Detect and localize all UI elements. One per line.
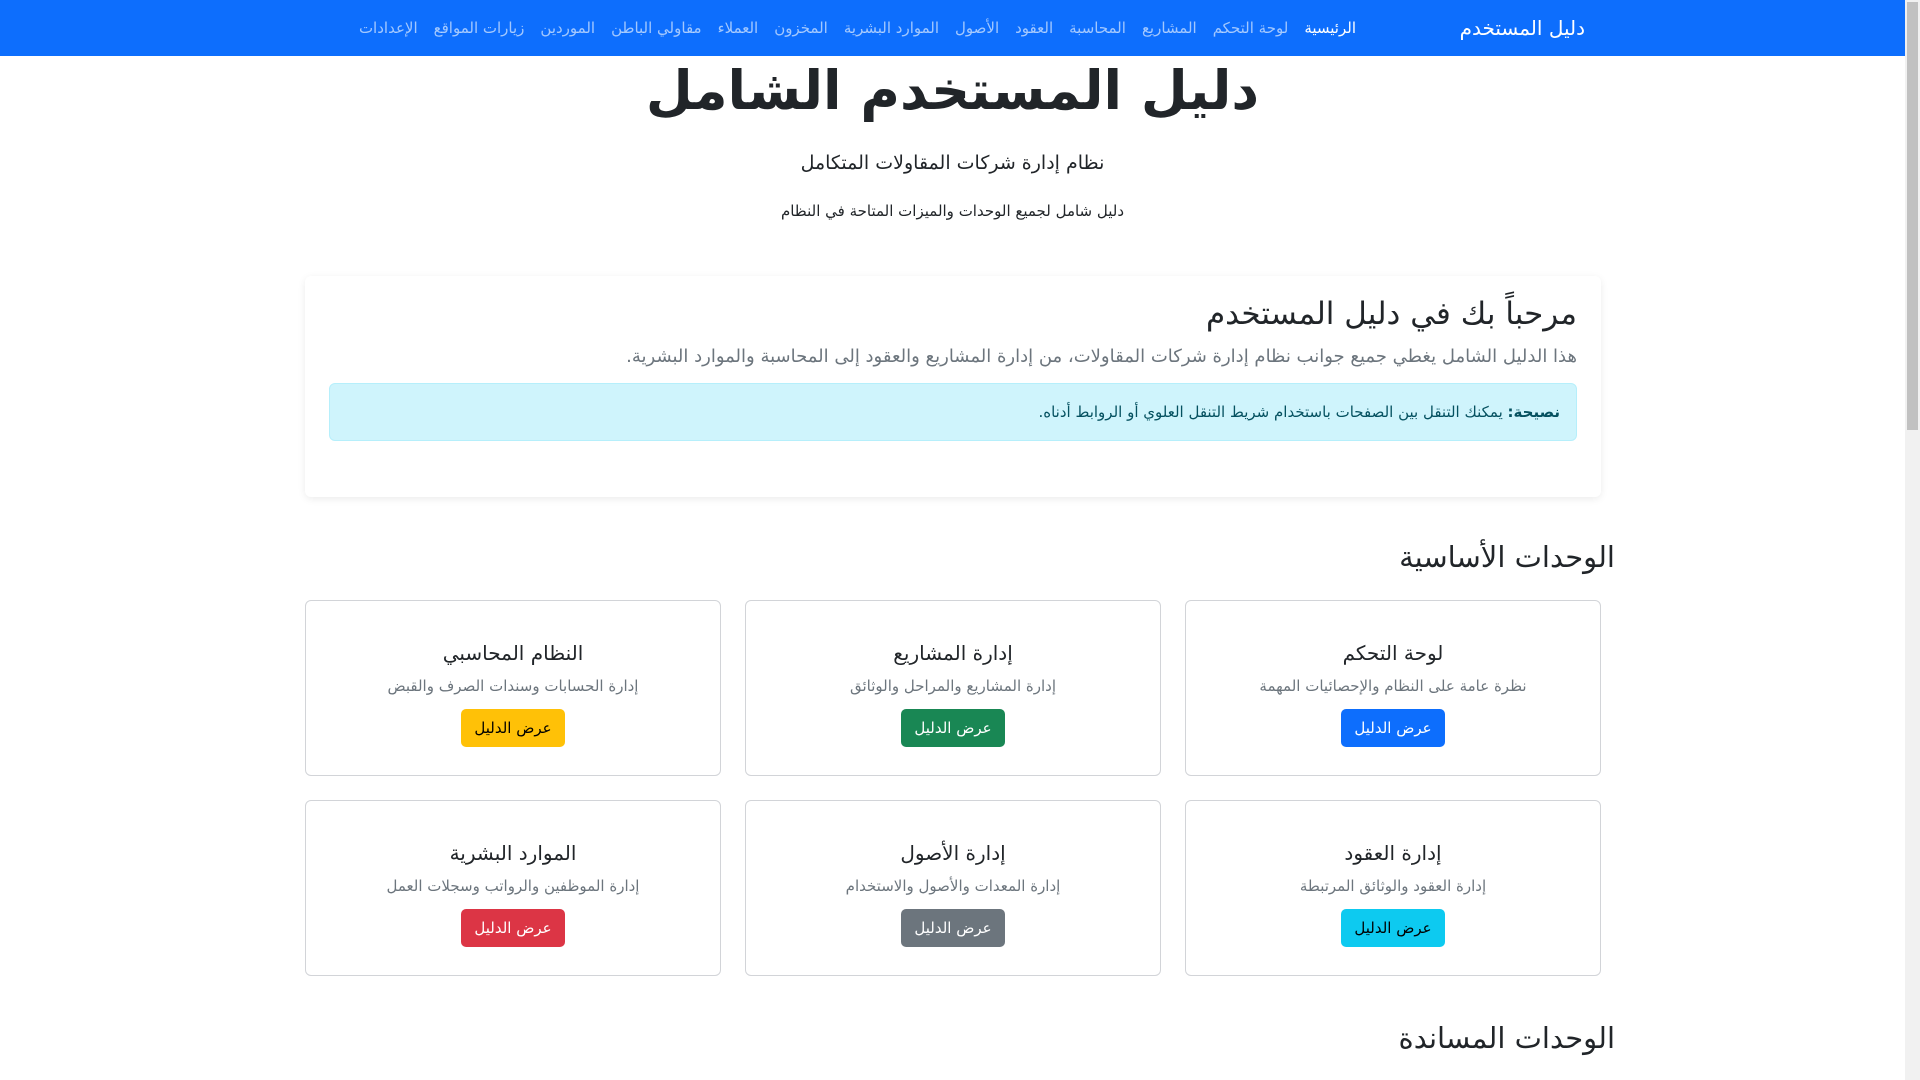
nav-link-home[interactable]: الرئيسية bbox=[1296, 0, 1364, 56]
page-scrollbar[interactable] bbox=[1905, 0, 1920, 1080]
nav-link-site-visits[interactable]: زيارات المواقع bbox=[426, 0, 533, 56]
nav-link-projects[interactable]: المشاريع bbox=[1134, 0, 1205, 56]
welcome-card: مرحباً بك في دليل المستخدم هذا الدليل ال… bbox=[305, 276, 1601, 497]
welcome-text: هذا الدليل الشامل يغطي جميع جوانب نظام إ… bbox=[626, 346, 1577, 367]
view-guide-button-dashboard[interactable]: عرض الدليل bbox=[1341, 709, 1445, 747]
module-card-dashboard: لوحة التحكم نظرة عامة على النظام والإحصا… bbox=[1185, 600, 1601, 776]
view-guide-button-contracts[interactable]: عرض الدليل bbox=[1341, 909, 1445, 947]
view-guide-button-assets[interactable]: عرض الدليل bbox=[901, 909, 1005, 947]
view-guide-button-hr[interactable]: عرض الدليل bbox=[461, 909, 565, 947]
nav-link-inventory[interactable]: المخزون bbox=[766, 0, 836, 56]
module-card-assets: إدارة الأصول إدارة المعدات والأصول والاس… bbox=[745, 800, 1161, 976]
nav-links: الرئيسية لوحة التحكم المشاريع المحاسبة ا… bbox=[351, 0, 1364, 56]
nav-link-contracts[interactable]: العقود bbox=[1007, 0, 1061, 56]
page-title: دليل المستخدم الشامل bbox=[645, 59, 1260, 122]
module-title: الموارد البشرية bbox=[449, 841, 577, 865]
view-guide-button-projects[interactable]: عرض الدليل bbox=[901, 709, 1005, 747]
module-title: إدارة الأصول bbox=[900, 841, 1006, 865]
module-title: إدارة العقود bbox=[1344, 841, 1442, 865]
support-modules-title: الوحدات المساندة bbox=[1398, 1021, 1615, 1055]
nav-link-dashboard[interactable]: لوحة التحكم bbox=[1205, 0, 1297, 56]
module-card-projects: إدارة المشاريع إدارة المشاريع والمراحل و… bbox=[745, 600, 1161, 776]
module-card-contracts: إدارة العقود إدارة العقود والوثائق المرت… bbox=[1185, 800, 1601, 976]
scrollbar-thumb[interactable] bbox=[1907, 2, 1918, 430]
view-guide-button-accounting[interactable]: عرض الدليل bbox=[461, 709, 565, 747]
module-title: لوحة التحكم bbox=[1342, 641, 1444, 665]
nav-link-subcontractors[interactable]: مقاولي الباطن bbox=[603, 0, 709, 56]
core-modules-title: الوحدات الأساسية bbox=[1399, 540, 1615, 574]
module-card-hr: الموارد البشرية إدارة الموظفين والرواتب … bbox=[305, 800, 721, 976]
nav-link-assets[interactable]: الأصول bbox=[947, 0, 1007, 56]
nav-link-settings[interactable]: الإعدادات bbox=[351, 0, 426, 56]
nav-link-clients[interactable]: العملاء bbox=[710, 0, 767, 56]
module-description: إدارة الحسابات وسندات الصرف والقبض bbox=[387, 677, 639, 695]
page-subtitle: نظام إدارة شركات المقاولات المتكامل bbox=[800, 152, 1105, 174]
tip-text: يمكنك التنقل بين الصفحات باستخدام شريط ا… bbox=[1038, 403, 1508, 421]
module-description: إدارة الموظفين والرواتب وسجلات العمل bbox=[386, 877, 640, 895]
tip-label: نصيحة: bbox=[1507, 403, 1560, 421]
navbar-brand[interactable]: دليل المستخدم bbox=[1460, 0, 1585, 56]
module-title: النظام المحاسبي bbox=[442, 641, 584, 665]
nav-link-suppliers[interactable]: الموردين bbox=[532, 0, 603, 56]
top-navbar: دليل المستخدم الرئيسية لوحة التحكم المشا… bbox=[0, 0, 1905, 56]
tip-alert: نصيحة: يمكنك التنقل بين الصفحات باستخدام… bbox=[329, 383, 1577, 441]
hero: دليل المستخدم الشامل نظام إدارة شركات ال… bbox=[0, 56, 1905, 220]
module-description: إدارة المعدات والأصول والاستخدام bbox=[845, 877, 1061, 895]
page-description: دليل شامل لجميع الوحدات والميزات المتاحة… bbox=[780, 202, 1125, 220]
module-card-accounting: النظام المحاسبي إدارة الحسابات وسندات ال… bbox=[305, 600, 721, 776]
module-title: إدارة المشاريع bbox=[893, 641, 1013, 665]
module-description: نظرة عامة على النظام والإحصائيات المهمة bbox=[1259, 677, 1527, 695]
module-description: إدارة العقود والوثائق المرتبطة bbox=[1299, 877, 1487, 895]
nav-link-hr[interactable]: الموارد البشرية bbox=[836, 0, 947, 56]
module-description: إدارة المشاريع والمراحل والوثائق bbox=[849, 677, 1057, 695]
welcome-title: مرحباً بك في دليل المستخدم bbox=[1205, 296, 1577, 332]
nav-link-accounting[interactable]: المحاسبة bbox=[1061, 0, 1134, 56]
